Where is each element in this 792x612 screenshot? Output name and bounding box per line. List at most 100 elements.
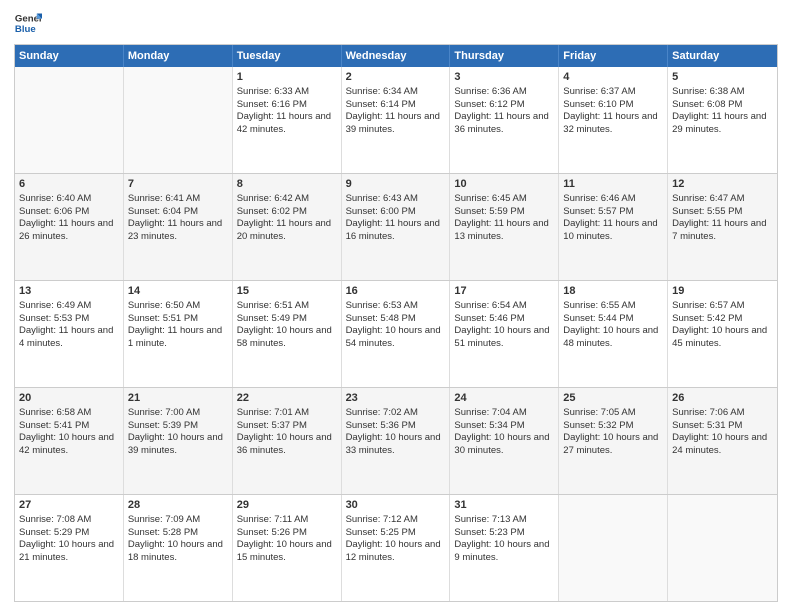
sunset-text: Sunset: 5:44 PM (563, 313, 663, 326)
daylight-text: Daylight: 11 hours and 4 minutes. (19, 325, 119, 351)
calendar-cell: 13Sunrise: 6:49 AMSunset: 5:53 PMDayligh… (15, 281, 124, 387)
sunrise-text: Sunrise: 7:00 AM (128, 407, 228, 420)
daylight-text: Daylight: 10 hours and 42 minutes. (19, 432, 119, 458)
calendar-cell: 22Sunrise: 7:01 AMSunset: 5:37 PMDayligh… (233, 388, 342, 494)
daylight-text: Daylight: 10 hours and 24 minutes. (672, 432, 773, 458)
sunrise-text: Sunrise: 6:47 AM (672, 193, 773, 206)
day-number: 16 (346, 284, 446, 299)
sunrise-text: Sunrise: 6:33 AM (237, 86, 337, 99)
sunrise-text: Sunrise: 6:34 AM (346, 86, 446, 99)
day-number: 9 (346, 177, 446, 192)
sunset-text: Sunset: 5:46 PM (454, 313, 554, 326)
day-number: 20 (19, 391, 119, 406)
calendar-cell: 26Sunrise: 7:06 AMSunset: 5:31 PMDayligh… (668, 388, 777, 494)
calendar-week-1: 1Sunrise: 6:33 AMSunset: 6:16 PMDaylight… (15, 67, 777, 173)
daylight-text: Daylight: 10 hours and 12 minutes. (346, 539, 446, 565)
svg-text:Blue: Blue (15, 24, 36, 35)
calendar-cell (668, 495, 777, 601)
day-number: 29 (237, 498, 337, 513)
calendar-cell: 6Sunrise: 6:40 AMSunset: 6:06 PMDaylight… (15, 174, 124, 280)
day-number: 7 (128, 177, 228, 192)
day-number: 14 (128, 284, 228, 299)
daylight-text: Daylight: 11 hours and 10 minutes. (563, 218, 663, 244)
daylight-text: Daylight: 11 hours and 39 minutes. (346, 111, 446, 137)
day-number: 11 (563, 177, 663, 192)
sunset-text: Sunset: 5:36 PM (346, 420, 446, 433)
sunrise-text: Sunrise: 7:12 AM (346, 514, 446, 527)
sunrise-text: Sunrise: 6:53 AM (346, 300, 446, 313)
sunrise-text: Sunrise: 6:57 AM (672, 300, 773, 313)
calendar-cell: 30Sunrise: 7:12 AMSunset: 5:25 PMDayligh… (342, 495, 451, 601)
sunrise-text: Sunrise: 6:55 AM (563, 300, 663, 313)
weekday-header-saturday: Saturday (668, 45, 777, 67)
sunrise-text: Sunrise: 6:38 AM (672, 86, 773, 99)
calendar-cell: 3Sunrise: 6:36 AMSunset: 6:12 PMDaylight… (450, 67, 559, 173)
calendar-cell (124, 67, 233, 173)
sunrise-text: Sunrise: 7:04 AM (454, 407, 554, 420)
sunset-text: Sunset: 5:41 PM (19, 420, 119, 433)
sunrise-text: Sunrise: 6:43 AM (346, 193, 446, 206)
daylight-text: Daylight: 10 hours and 21 minutes. (19, 539, 119, 565)
calendar-cell: 8Sunrise: 6:42 AMSunset: 6:02 PMDaylight… (233, 174, 342, 280)
sunset-text: Sunset: 5:23 PM (454, 527, 554, 540)
day-number: 30 (346, 498, 446, 513)
calendar-cell: 28Sunrise: 7:09 AMSunset: 5:28 PMDayligh… (124, 495, 233, 601)
calendar-cell: 19Sunrise: 6:57 AMSunset: 5:42 PMDayligh… (668, 281, 777, 387)
day-number: 27 (19, 498, 119, 513)
calendar-cell: 16Sunrise: 6:53 AMSunset: 5:48 PMDayligh… (342, 281, 451, 387)
daylight-text: Daylight: 11 hours and 32 minutes. (563, 111, 663, 137)
sunrise-text: Sunrise: 7:09 AM (128, 514, 228, 527)
sunrise-text: Sunrise: 7:06 AM (672, 407, 773, 420)
calendar-cell: 23Sunrise: 7:02 AMSunset: 5:36 PMDayligh… (342, 388, 451, 494)
day-number: 24 (454, 391, 554, 406)
sunrise-text: Sunrise: 6:45 AM (454, 193, 554, 206)
day-number: 8 (237, 177, 337, 192)
daylight-text: Daylight: 10 hours and 36 minutes. (237, 432, 337, 458)
weekday-header-sunday: Sunday (15, 45, 124, 67)
day-number: 5 (672, 70, 773, 85)
page-header: General Blue (14, 10, 778, 38)
daylight-text: Daylight: 11 hours and 23 minutes. (128, 218, 228, 244)
sunrise-text: Sunrise: 7:13 AM (454, 514, 554, 527)
daylight-text: Daylight: 10 hours and 9 minutes. (454, 539, 554, 565)
calendar-cell: 20Sunrise: 6:58 AMSunset: 5:41 PMDayligh… (15, 388, 124, 494)
weekday-header-monday: Monday (124, 45, 233, 67)
daylight-text: Daylight: 11 hours and 16 minutes. (346, 218, 446, 244)
sunset-text: Sunset: 5:29 PM (19, 527, 119, 540)
sunrise-text: Sunrise: 7:08 AM (19, 514, 119, 527)
calendar-page: General Blue SundayMondayTuesdayWednesda… (0, 0, 792, 612)
day-number: 25 (563, 391, 663, 406)
daylight-text: Daylight: 11 hours and 7 minutes. (672, 218, 773, 244)
sunrise-text: Sunrise: 6:42 AM (237, 193, 337, 206)
calendar-cell: 7Sunrise: 6:41 AMSunset: 6:04 PMDaylight… (124, 174, 233, 280)
day-number: 28 (128, 498, 228, 513)
logo: General Blue (14, 10, 42, 38)
day-number: 22 (237, 391, 337, 406)
calendar-week-2: 6Sunrise: 6:40 AMSunset: 6:06 PMDaylight… (15, 173, 777, 280)
daylight-text: Daylight: 11 hours and 26 minutes. (19, 218, 119, 244)
daylight-text: Daylight: 11 hours and 36 minutes. (454, 111, 554, 137)
calendar-cell: 2Sunrise: 6:34 AMSunset: 6:14 PMDaylight… (342, 67, 451, 173)
day-number: 26 (672, 391, 773, 406)
sunset-text: Sunset: 5:59 PM (454, 206, 554, 219)
sunset-text: Sunset: 6:10 PM (563, 99, 663, 112)
calendar-grid: SundayMondayTuesdayWednesdayThursdayFrid… (14, 44, 778, 602)
calendar-cell: 10Sunrise: 6:45 AMSunset: 5:59 PMDayligh… (450, 174, 559, 280)
sunrise-text: Sunrise: 6:36 AM (454, 86, 554, 99)
sunset-text: Sunset: 5:26 PM (237, 527, 337, 540)
calendar-week-5: 27Sunrise: 7:08 AMSunset: 5:29 PMDayligh… (15, 494, 777, 601)
calendar-cell: 27Sunrise: 7:08 AMSunset: 5:29 PMDayligh… (15, 495, 124, 601)
daylight-text: Daylight: 10 hours and 45 minutes. (672, 325, 773, 351)
day-number: 13 (19, 284, 119, 299)
sunrise-text: Sunrise: 7:01 AM (237, 407, 337, 420)
weekday-header-tuesday: Tuesday (233, 45, 342, 67)
day-number: 12 (672, 177, 773, 192)
sunrise-text: Sunrise: 7:11 AM (237, 514, 337, 527)
calendar-cell: 17Sunrise: 6:54 AMSunset: 5:46 PMDayligh… (450, 281, 559, 387)
day-number: 17 (454, 284, 554, 299)
calendar-cell (559, 495, 668, 601)
sunset-text: Sunset: 5:37 PM (237, 420, 337, 433)
weekday-header-friday: Friday (559, 45, 668, 67)
daylight-text: Daylight: 11 hours and 29 minutes. (672, 111, 773, 137)
sunset-text: Sunset: 6:00 PM (346, 206, 446, 219)
